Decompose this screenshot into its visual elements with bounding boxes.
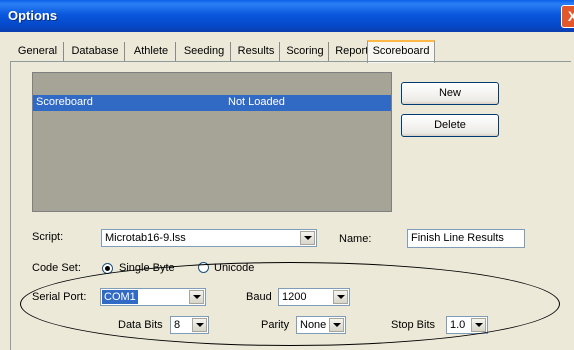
parity-value: None [300, 319, 327, 331]
close-icon[interactable]: X [561, 5, 574, 28]
parity-label: Parity [261, 319, 290, 331]
data-bits-label: Data Bits [118, 319, 163, 331]
list-header [33, 73, 391, 93]
serial-port-dropdown[interactable]: COM1 [100, 288, 206, 306]
single-byte-radio[interactable] [102, 263, 113, 274]
tab-database[interactable]: Database [66, 42, 125, 61]
stop-bits-dropdown[interactable]: 1.0 [446, 316, 488, 334]
chevron-down-icon[interactable] [329, 318, 344, 332]
script-dropdown[interactable]: Microtab16-9.lss [101, 229, 317, 247]
data-bits-dropdown[interactable]: 8 [170, 316, 209, 334]
name-value: Finish Line Results [411, 232, 504, 244]
chevron-down-icon[interactable] [300, 231, 315, 245]
list-item-status: Not Loaded [228, 96, 285, 108]
chevron-down-icon[interactable] [471, 318, 486, 332]
name-field[interactable]: Finish Line Results [407, 229, 525, 248]
tab-general[interactable]: General [12, 42, 64, 61]
data-bits-value: 8 [174, 319, 181, 331]
new-button[interactable]: New [401, 82, 499, 105]
stop-bits-value: 1.0 [450, 319, 466, 331]
window-title: Options [8, 8, 58, 23]
chevron-down-icon[interactable] [333, 290, 348, 304]
parity-dropdown[interactable]: None [296, 316, 346, 334]
chevron-down-icon[interactable] [189, 290, 204, 304]
tab-athlete[interactable]: Athlete [127, 42, 176, 61]
tab-seeding[interactable]: Seeding [178, 42, 231, 61]
list-item-name: Scoreboard [36, 96, 93, 108]
single-byte-label[interactable]: Single Byte [119, 262, 175, 274]
list-item[interactable]: Scoreboard Not Loaded [33, 95, 391, 111]
tab-results[interactable]: Results [233, 42, 280, 61]
tab-scoreboard[interactable]: Scoreboard [367, 40, 435, 63]
name-label: Name: [339, 233, 372, 245]
chevron-down-icon[interactable] [192, 318, 207, 332]
unicode-label[interactable]: Unicode [214, 262, 254, 274]
baud-value: 1200 [282, 291, 307, 303]
delete-button[interactable]: Delete [401, 114, 499, 137]
stop-bits-label: Stop Bits [391, 319, 436, 331]
scoreboard-list[interactable]: Scoreboard Not Loaded [32, 72, 392, 212]
baud-label: Baud [246, 291, 272, 303]
code-set-label: Code Set: [32, 262, 81, 274]
script-label: Script: [32, 231, 64, 243]
serial-port-label: Serial Port: [32, 291, 87, 303]
title-bar: Options [0, 0, 574, 32]
unicode-radio[interactable] [198, 262, 209, 273]
tab-scoring[interactable]: Scoring [282, 42, 329, 61]
script-value: Microtab16-9.lss [105, 232, 186, 244]
baud-dropdown[interactable]: 1200 [278, 288, 350, 306]
serial-port-value: COM1 [102, 290, 138, 304]
